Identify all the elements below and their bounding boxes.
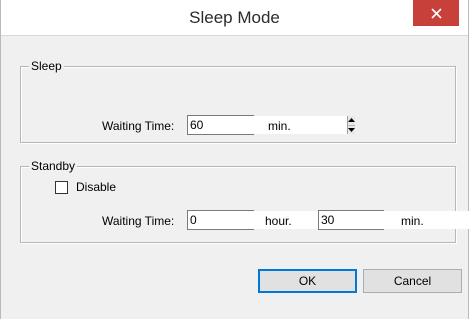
close-icon [430, 7, 442, 19]
standby-minutes-input[interactable] [319, 211, 469, 229]
standby-hours-unit-label: hour. [265, 214, 292, 228]
dialog-body: Sleep Waiting Time: min. Standby Disable [1, 36, 469, 319]
window-title: Sleep Mode [189, 8, 280, 27]
standby-minutes-unit-label: min. [401, 214, 424, 228]
close-button[interactable] [413, 0, 459, 26]
standby-group: Standby Disable Waiting Time: hour. [20, 158, 469, 243]
sleep-unit-label: min. [268, 119, 291, 133]
standby-waiting-time-label: Waiting Time: [102, 214, 175, 228]
sleep-minutes-up-button[interactable] [348, 116, 355, 126]
arrow-down-icon [348, 127, 355, 132]
arrow-up-icon [348, 118, 355, 123]
sleep-mode-dialog: Sleep Mode Sleep Waiting Time: 60 min. S… [0, 0, 469, 319]
disable-checkbox-label[interactable]: Disable [76, 179, 116, 195]
standby-hours-spinner[interactable] [187, 210, 355, 230]
sleep-group-label: Sleep [29, 58, 64, 74]
disable-checkbox[interactable] [55, 181, 68, 194]
title-bar[interactable]: Sleep Mode [1, 0, 468, 36]
ok-button[interactable]: OK [258, 269, 357, 293]
standby-group-label: Standby [29, 158, 78, 174]
sleep-minutes-spinner[interactable] [187, 115, 355, 135]
sleep-waiting-time-label: Waiting Time: [102, 119, 175, 133]
sleep-minutes-down-button[interactable] [348, 125, 355, 134]
standby-minutes-spinner[interactable] [318, 210, 469, 230]
sleep-group: Sleep Waiting Time: min. [20, 58, 456, 143]
cancel-button[interactable]: Cancel [363, 269, 462, 293]
